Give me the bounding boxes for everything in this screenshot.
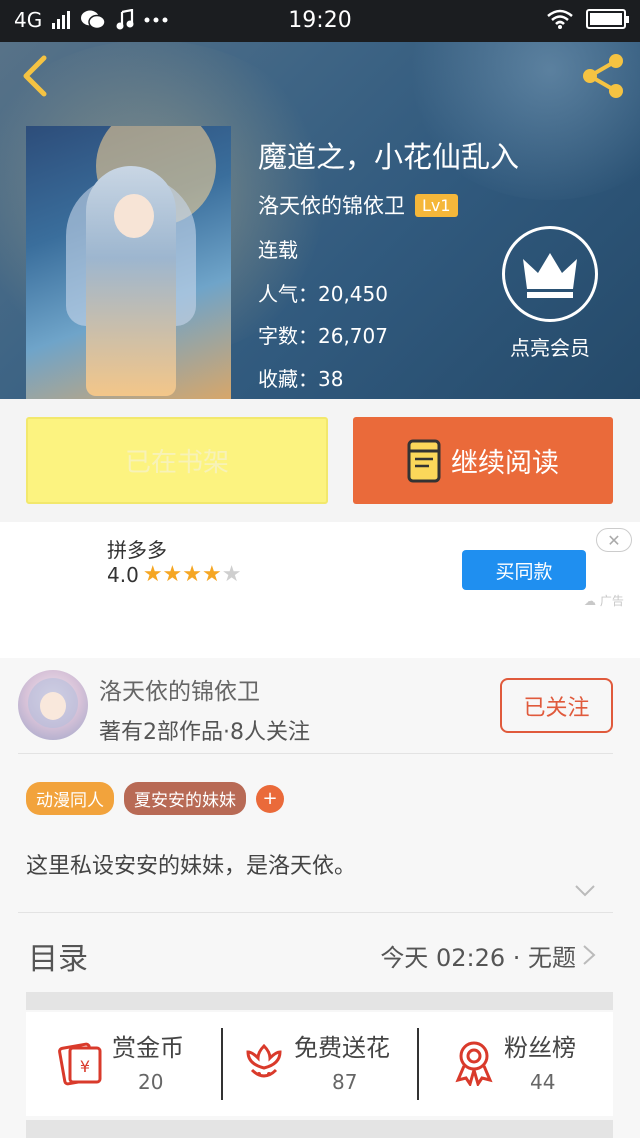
stat-value: 87 xyxy=(332,1070,358,1094)
tag-anime-fanfic[interactable]: 动漫同人 xyxy=(26,782,114,815)
rating-stars: ★★★★★ xyxy=(143,562,242,587)
toc-title: 目录 xyxy=(28,942,88,977)
author-stats: 著有2部作品·8人关注 xyxy=(99,720,310,745)
divider xyxy=(18,912,613,913)
book-popularity: 人气：20,450 xyxy=(258,282,388,306)
table-of-contents-row[interactable]: 目录 今天 02:26 · 无题 xyxy=(26,928,596,984)
award-ribbon-icon xyxy=(455,1041,493,1086)
status-time: 19:20 xyxy=(288,8,352,33)
ad-tag: ☁ 广告 xyxy=(584,592,624,609)
tag-list: 动漫同人 夏安安的妹妹 + xyxy=(26,782,284,815)
cover-face xyxy=(114,194,154,238)
book-description: 这里私设安安的妹妹，是洛天依。 xyxy=(26,854,357,879)
stat-label: 赏金币 xyxy=(112,1034,184,1062)
continue-reading-button[interactable]: 继续阅读 xyxy=(353,417,613,504)
author-name[interactable]: 洛天依的锦依卫 xyxy=(99,672,260,706)
section-separator xyxy=(26,992,613,1010)
wifi-icon xyxy=(547,9,573,29)
author-row: 洛天依的锦依卫 Lv1 xyxy=(258,190,458,220)
red-envelope-icon: ¥ xyxy=(58,1042,102,1086)
stat-value: 20 xyxy=(138,1070,164,1094)
stat-value: 44 xyxy=(530,1070,556,1094)
book-status: 连载 xyxy=(258,238,298,262)
crown-icon xyxy=(523,253,577,298)
book-title: 魔道之，小花仙乱入 xyxy=(258,140,520,174)
stat-label: 粉丝榜 xyxy=(504,1034,576,1062)
avatar[interactable] xyxy=(18,670,88,740)
share-button[interactable] xyxy=(578,50,628,102)
level-badge: Lv1 xyxy=(415,193,458,217)
ad-close-button[interactable]: ✕ xyxy=(596,528,632,552)
book-header: 4G 19:20 魔道之，小花仙乱入 洛天依的锦依卫 Lv1 连载 人气：20,… xyxy=(0,0,640,399)
star-filled-icon: ★ xyxy=(202,562,222,587)
book-cover[interactable] xyxy=(26,126,231,399)
status-right xyxy=(546,8,629,30)
tag-character[interactable]: 夏安安的妹妹 xyxy=(124,782,246,815)
stats-bar: ¥ 赏金币 20 免费送花 87 粉丝榜 44 xyxy=(26,1012,613,1116)
vip-button[interactable] xyxy=(502,226,598,322)
add-tag-button[interactable]: + xyxy=(256,784,284,813)
book-detail-page: 4G 19:20 魔道之，小花仙乱入 洛天依的锦依卫 Lv1 连载 人气：20,… xyxy=(0,0,640,1138)
star-filled-icon: ★ xyxy=(162,562,183,587)
continue-reading-label: 继续阅读 xyxy=(451,448,559,479)
follow-button[interactable]: 已关注 xyxy=(500,678,613,733)
in-shelf-label: 已在书架 xyxy=(124,448,229,478)
ad-buy-button[interactable]: 买同款 xyxy=(462,550,586,590)
svg-text:¥: ¥ xyxy=(80,1057,90,1076)
author-section: 洛天依的锦依卫 著有2部作品·8人关注 已关注 动漫同人 夏安安的妹妹 + 这里… xyxy=(0,658,640,1138)
book-author[interactable]: 洛天依的锦依卫 xyxy=(258,190,405,220)
ad-rating-value: 4.0 xyxy=(107,562,139,587)
star-filled-icon: ★ xyxy=(182,562,203,587)
stat-label: 免费送花 xyxy=(294,1034,390,1062)
ad-banner[interactable]: 拼多多 4.0 ★★★★★ 买同款 ✕ ☁ 广告 xyxy=(0,522,640,658)
free-flowers-stat[interactable]: 免费送花 87 xyxy=(222,1012,418,1116)
book-word-count: 字数：26,707 xyxy=(258,324,388,348)
star-filled-icon: ★ xyxy=(142,562,163,587)
avatar-face xyxy=(40,692,66,720)
cloud-icon: ☁ xyxy=(584,594,596,608)
book-favorites: 收藏：38 xyxy=(258,367,344,391)
ad-rating: 4.0 ★★★★★ xyxy=(107,562,241,587)
divider xyxy=(18,753,613,754)
chevron-right-icon xyxy=(583,945,596,965)
battery-icon xyxy=(586,9,629,29)
book-icon xyxy=(407,439,441,482)
fan-ranking-stat[interactable]: 粉丝榜 44 xyxy=(418,1012,614,1116)
reward-coins-stat[interactable]: ¥ 赏金币 20 xyxy=(26,1012,222,1116)
vip-label: 点亮会员 xyxy=(510,336,590,360)
ad-tag-label: 广告 xyxy=(599,594,624,608)
ad-app-name: 拼多多 xyxy=(107,538,167,562)
section-separator xyxy=(26,1120,613,1138)
flower-icon xyxy=(246,1043,282,1078)
latest-chapter: 今天 02:26 · 无题 xyxy=(380,944,576,972)
star-empty-icon: ★ xyxy=(221,562,242,587)
back-button[interactable] xyxy=(16,54,56,98)
in-shelf-button[interactable]: 已在书架 xyxy=(26,417,328,504)
chevron-down-icon[interactable] xyxy=(574,884,596,898)
status-bar: 4G 19:20 xyxy=(0,0,640,42)
